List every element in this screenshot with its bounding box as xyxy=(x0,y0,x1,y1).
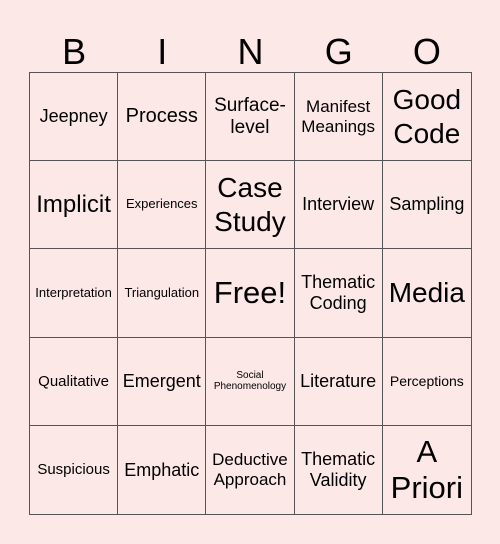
bingo-header: B I N G O xyxy=(30,30,471,73)
bingo-cell[interactable]: Surface-level xyxy=(206,73,295,162)
header-letter-o: O xyxy=(412,31,441,72)
bingo-cell[interactable]: Media xyxy=(382,249,471,338)
bingo-cell[interactable]: Jeepney xyxy=(30,73,119,162)
bingo-cell[interactable]: Process xyxy=(118,73,207,162)
header-letter-n: N xyxy=(237,31,264,72)
header-letter-i: I xyxy=(157,31,168,72)
bingo-cell[interactable]: Implicit xyxy=(30,161,119,250)
bingo-cell[interactable]: Qualitative xyxy=(30,337,119,426)
bingo-board: Jeepney Process Surface-level Manifest M… xyxy=(29,72,472,515)
bingo-cell[interactable]: Deductive Approach xyxy=(206,425,295,514)
header-letter-g: G xyxy=(324,31,353,72)
bingo-cell[interactable]: Interpretation xyxy=(30,249,119,338)
bingo-cell[interactable]: Suspicious xyxy=(30,425,119,514)
bingo-cell[interactable]: Good Code xyxy=(382,73,471,162)
bingo-cell[interactable]: Manifest Meanings xyxy=(294,73,383,162)
bingo-cell[interactable]: Thematic Coding xyxy=(294,249,383,338)
bingo-cell[interactable]: Interview xyxy=(294,161,383,250)
bingo-cell[interactable]: Sampling xyxy=(382,161,471,250)
header-letter-b: B xyxy=(62,31,87,72)
free-space-cell[interactable]: Free! xyxy=(206,249,295,338)
bingo-cell[interactable]: Perceptions xyxy=(382,337,471,426)
bingo-cell[interactable]: Thematic Validity xyxy=(294,425,383,514)
bingo-cell[interactable]: Emphatic xyxy=(118,425,207,514)
bingo-cell[interactable]: Emergent xyxy=(118,337,207,426)
bingo-cell[interactable]: Literature xyxy=(294,337,383,426)
bingo-cell[interactable]: Case Study xyxy=(206,161,295,250)
bingo-cell[interactable]: Experiences xyxy=(118,161,207,250)
bingo-cell[interactable]: A Priori xyxy=(382,425,471,514)
bingo-cell[interactable]: Triangulation xyxy=(118,249,207,338)
bingo-cell[interactable]: Social Phenomenology xyxy=(206,337,295,426)
